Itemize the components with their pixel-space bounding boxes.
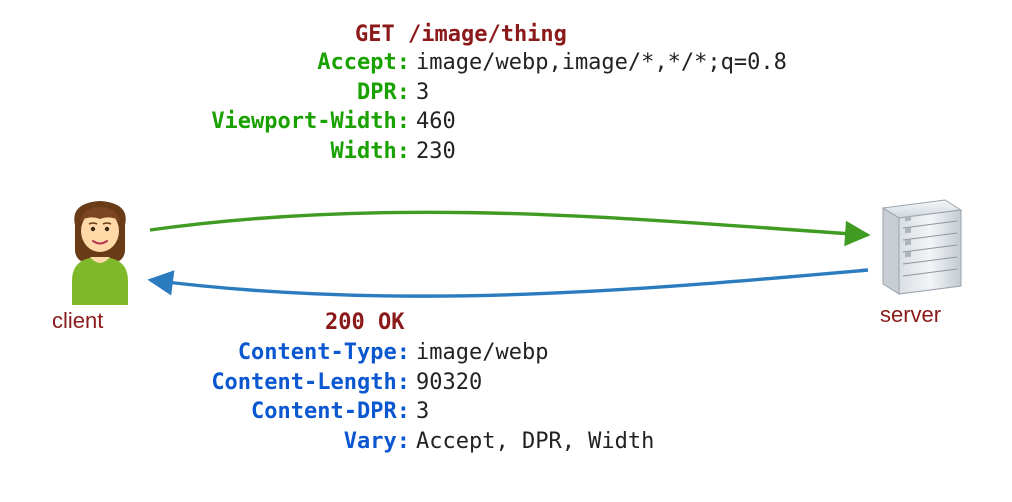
response-header-key: Content-Length: xyxy=(60,368,416,398)
request-header-row: DPR: 3 xyxy=(60,78,860,108)
client-person-icon xyxy=(60,195,140,305)
response-header-key: Content-DPR: xyxy=(60,397,416,427)
response-header-key: Content-Type: xyxy=(60,338,416,368)
response-header-row: Vary: Accept, DPR, Width xyxy=(60,427,860,457)
response-header-value: Accept, DPR, Width xyxy=(416,427,654,457)
response-header-value: image/webp xyxy=(416,338,548,368)
request-header-value: 3 xyxy=(416,78,429,108)
response-header-row: Content-DPR: 3 xyxy=(60,397,860,427)
server-rack-icon xyxy=(875,190,965,300)
response-headers: Content-Type: image/webp Content-Length:… xyxy=(60,338,860,457)
response-header-value: 90320 xyxy=(416,368,482,398)
request-header-value: image/webp,image/*,*/*;q=0.8 xyxy=(416,48,787,78)
server-label: server xyxy=(880,300,941,330)
request-header-key: Accept: xyxy=(60,48,416,78)
http-request-line: GET /image/thing xyxy=(355,20,567,50)
client-label: client xyxy=(52,306,103,336)
diagram-stage: GET /image/thing Accept: image/webp,imag… xyxy=(0,0,1012,502)
response-arrow xyxy=(150,270,868,296)
request-header-key: Viewport-Width: xyxy=(60,107,416,137)
request-arrow xyxy=(150,212,868,235)
request-header-row: Viewport-Width: 460 xyxy=(60,107,860,137)
response-header-row: Content-Type: image/webp xyxy=(60,338,860,368)
response-header-key: Vary: xyxy=(60,427,416,457)
request-header-value: 460 xyxy=(416,107,456,137)
request-header-row: Width: 230 xyxy=(60,137,860,167)
request-headers: Accept: image/webp,image/*,*/*;q=0.8 DPR… xyxy=(60,48,860,167)
response-header-row: Content-Length: 90320 xyxy=(60,368,860,398)
http-status-line: 200 OK xyxy=(325,308,404,338)
request-header-value: 230 xyxy=(416,137,456,167)
request-header-key: Width: xyxy=(60,137,416,167)
request-header-key: DPR: xyxy=(60,78,416,108)
request-header-row: Accept: image/webp,image/*,*/*;q=0.8 xyxy=(60,48,860,78)
response-header-value: 3 xyxy=(416,397,429,427)
